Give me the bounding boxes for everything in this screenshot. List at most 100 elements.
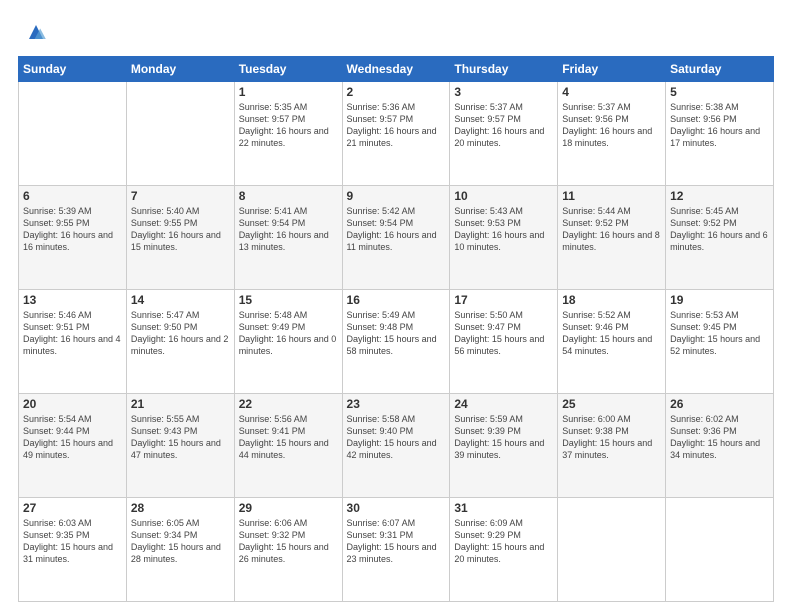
logo-icon [22,18,50,46]
day-number: 3 [454,85,553,99]
calendar-cell: 27Sunrise: 6:03 AMSunset: 9:35 PMDayligh… [19,498,127,602]
day-number: 24 [454,397,553,411]
calendar-cell: 28 Sunrise: 6:05 AMSunset: 9:34 PMDayligh… [126,498,234,602]
day-number: 17 [454,293,553,307]
day-info: Sunrise: 5:40 AMSunset: 9:55 PMDaylight:… [131,205,230,254]
calendar-cell: 22 Sunrise: 5:56 AMSunset: 9:41 PMDayligh… [234,394,342,498]
day-number: 31 [454,501,553,515]
day-number: 25 [562,397,661,411]
day-info: Sunrise: 5:44 AMSunset: 9:52 PMDaylight:… [562,205,661,254]
logo [18,18,50,46]
calendar-cell: 16 Sunrise: 5:49 AMSunset: 9:48 PMDayligh… [342,290,450,394]
day-info: Sunrise: 5:50 AMSunset: 9:47 PMDaylight:… [454,309,553,358]
day-number: 2 [347,85,446,99]
day-number: 4 [562,85,661,99]
day-number: 16 [347,293,446,307]
week-row-4: 27Sunrise: 6:03 AMSunset: 9:35 PMDayligh… [19,498,774,602]
day-number: 11 [562,189,661,203]
weekday-header-sunday: Sunday [19,57,127,82]
calendar-cell: 24 Sunrise: 5:59 AMSunset: 9:39 PMDayligh… [450,394,558,498]
calendar-cell: 5Sunrise: 5:38 AMSunset: 9:56 PMDaylight… [666,82,774,186]
day-info: Sunrise: 5:55 AMSunset: 9:43 PMDaylight:… [131,413,230,462]
header [18,18,774,46]
day-info: Sunrise: 5:43 AMSunset: 9:53 PMDaylight:… [454,205,553,254]
calendar-cell: 9Sunrise: 5:42 AMSunset: 9:54 PMDaylight… [342,186,450,290]
day-number: 14 [131,293,230,307]
day-info: Sunrise: 6:00 AMSunset: 9:38 PMDaylight:… [562,413,661,462]
calendar-cell: 11 Sunrise: 5:44 AMSunset: 9:52 PMDayligh… [558,186,666,290]
day-number: 22 [239,397,338,411]
week-row-0: 1 Sunrise: 5:35 AMSunset: 9:57 PMDaylight… [19,82,774,186]
weekday-header-wednesday: Wednesday [342,57,450,82]
day-info: Sunrise: 6:05 AMSunset: 9:34 PMDaylight:… [131,517,230,566]
calendar-cell: 6 Sunrise: 5:39 AMSunset: 9:55 PMDaylight… [19,186,127,290]
day-number: 10 [454,189,553,203]
day-number: 20 [23,397,122,411]
calendar-cell: 23 Sunrise: 5:58 AMSunset: 9:40 PMDayligh… [342,394,450,498]
calendar-cell: 19 Sunrise: 5:53 AMSunset: 9:45 PMDayligh… [666,290,774,394]
calendar-cell: 26 Sunrise: 6:02 AMSunset: 9:36 PMDayligh… [666,394,774,498]
calendar-cell: 13Sunrise: 5:46 AMSunset: 9:51 PMDayligh… [19,290,127,394]
calendar-cell: 31Sunrise: 6:09 AMSunset: 9:29 PMDayligh… [450,498,558,602]
calendar-cell: 20 Sunrise: 5:54 AMSunset: 9:44 PMDayligh… [19,394,127,498]
week-row-1: 6 Sunrise: 5:39 AMSunset: 9:55 PMDaylight… [19,186,774,290]
calendar-cell: 14Sunrise: 5:47 AMSunset: 9:50 PMDayligh… [126,290,234,394]
calendar-cell: 25 Sunrise: 6:00 AMSunset: 9:38 PMDayligh… [558,394,666,498]
calendar-cell [666,498,774,602]
day-number: 19 [670,293,769,307]
day-info: Sunrise: 5:41 AMSunset: 9:54 PMDaylight:… [239,205,338,254]
calendar-cell: 8Sunrise: 5:41 AMSunset: 9:54 PMDaylight… [234,186,342,290]
calendar-cell: 10 Sunrise: 5:43 AMSunset: 9:53 PMDayligh… [450,186,558,290]
day-number: 6 [23,189,122,203]
calendar-cell: 30 Sunrise: 6:07 AMSunset: 9:31 PMDayligh… [342,498,450,602]
weekday-header-tuesday: Tuesday [234,57,342,82]
day-number: 29 [239,501,338,515]
day-number: 15 [239,293,338,307]
day-number: 27 [23,501,122,515]
day-info: Sunrise: 5:53 AMSunset: 9:45 PMDaylight:… [670,309,769,358]
day-number: 18 [562,293,661,307]
weekday-header-saturday: Saturday [666,57,774,82]
day-number: 23 [347,397,446,411]
weekday-header-row: SundayMondayTuesdayWednesdayThursdayFrid… [19,57,774,82]
calendar-cell: 18 Sunrise: 5:52 AMSunset: 9:46 PMDayligh… [558,290,666,394]
calendar-cell: 17 Sunrise: 5:50 AMSunset: 9:47 PMDayligh… [450,290,558,394]
day-info: Sunrise: 5:38 AMSunset: 9:56 PMDaylight:… [670,101,769,150]
day-info: Sunrise: 5:52 AMSunset: 9:46 PMDaylight:… [562,309,661,358]
day-info: Sunrise: 5:46 AMSunset: 9:51 PMDaylight:… [23,309,122,358]
calendar-cell: 21Sunrise: 5:55 AMSunset: 9:43 PMDayligh… [126,394,234,498]
day-number: 30 [347,501,446,515]
day-info: Sunrise: 5:56 AMSunset: 9:41 PMDaylight:… [239,413,338,462]
calendar-cell [558,498,666,602]
calendar-cell: 3Sunrise: 5:37 AMSunset: 9:57 PMDaylight… [450,82,558,186]
calendar-cell [126,82,234,186]
day-number: 12 [670,189,769,203]
weekday-header-friday: Friday [558,57,666,82]
calendar-cell: 12 Sunrise: 5:45 AMSunset: 9:52 PMDayligh… [666,186,774,290]
day-info: Sunrise: 5:48 AMSunset: 9:49 PMDaylight:… [239,309,338,358]
calendar-cell: 7 Sunrise: 5:40 AMSunset: 9:55 PMDaylight… [126,186,234,290]
day-info: Sunrise: 5:49 AMSunset: 9:48 PMDaylight:… [347,309,446,358]
calendar-cell: 15 Sunrise: 5:48 AMSunset: 9:49 PMDayligh… [234,290,342,394]
day-info: Sunrise: 5:59 AMSunset: 9:39 PMDaylight:… [454,413,553,462]
day-info: Sunrise: 5:35 AMSunset: 9:57 PMDaylight:… [239,101,338,150]
calendar-cell: 4Sunrise: 5:37 AMSunset: 9:56 PMDaylight… [558,82,666,186]
day-number: 26 [670,397,769,411]
day-number: 7 [131,189,230,203]
day-info: Sunrise: 6:07 AMSunset: 9:31 PMDaylight:… [347,517,446,566]
day-info: Sunrise: 6:06 AMSunset: 9:32 PMDaylight:… [239,517,338,566]
weekday-header-thursday: Thursday [450,57,558,82]
day-number: 9 [347,189,446,203]
day-info: Sunrise: 5:45 AMSunset: 9:52 PMDaylight:… [670,205,769,254]
day-info: Sunrise: 5:54 AMSunset: 9:44 PMDaylight:… [23,413,122,462]
day-info: Sunrise: 5:39 AMSunset: 9:55 PMDaylight:… [23,205,122,254]
day-number: 1 [239,85,338,99]
weekday-header-monday: Monday [126,57,234,82]
day-number: 28 [131,501,230,515]
day-info: Sunrise: 6:02 AMSunset: 9:36 PMDaylight:… [670,413,769,462]
calendar-cell: 1 Sunrise: 5:35 AMSunset: 9:57 PMDaylight… [234,82,342,186]
calendar-cell: 29 Sunrise: 6:06 AMSunset: 9:32 PMDayligh… [234,498,342,602]
day-info: Sunrise: 5:36 AMSunset: 9:57 PMDaylight:… [347,101,446,150]
day-info: Sunrise: 5:58 AMSunset: 9:40 PMDaylight:… [347,413,446,462]
calendar-cell: 2 Sunrise: 5:36 AMSunset: 9:57 PMDaylight… [342,82,450,186]
